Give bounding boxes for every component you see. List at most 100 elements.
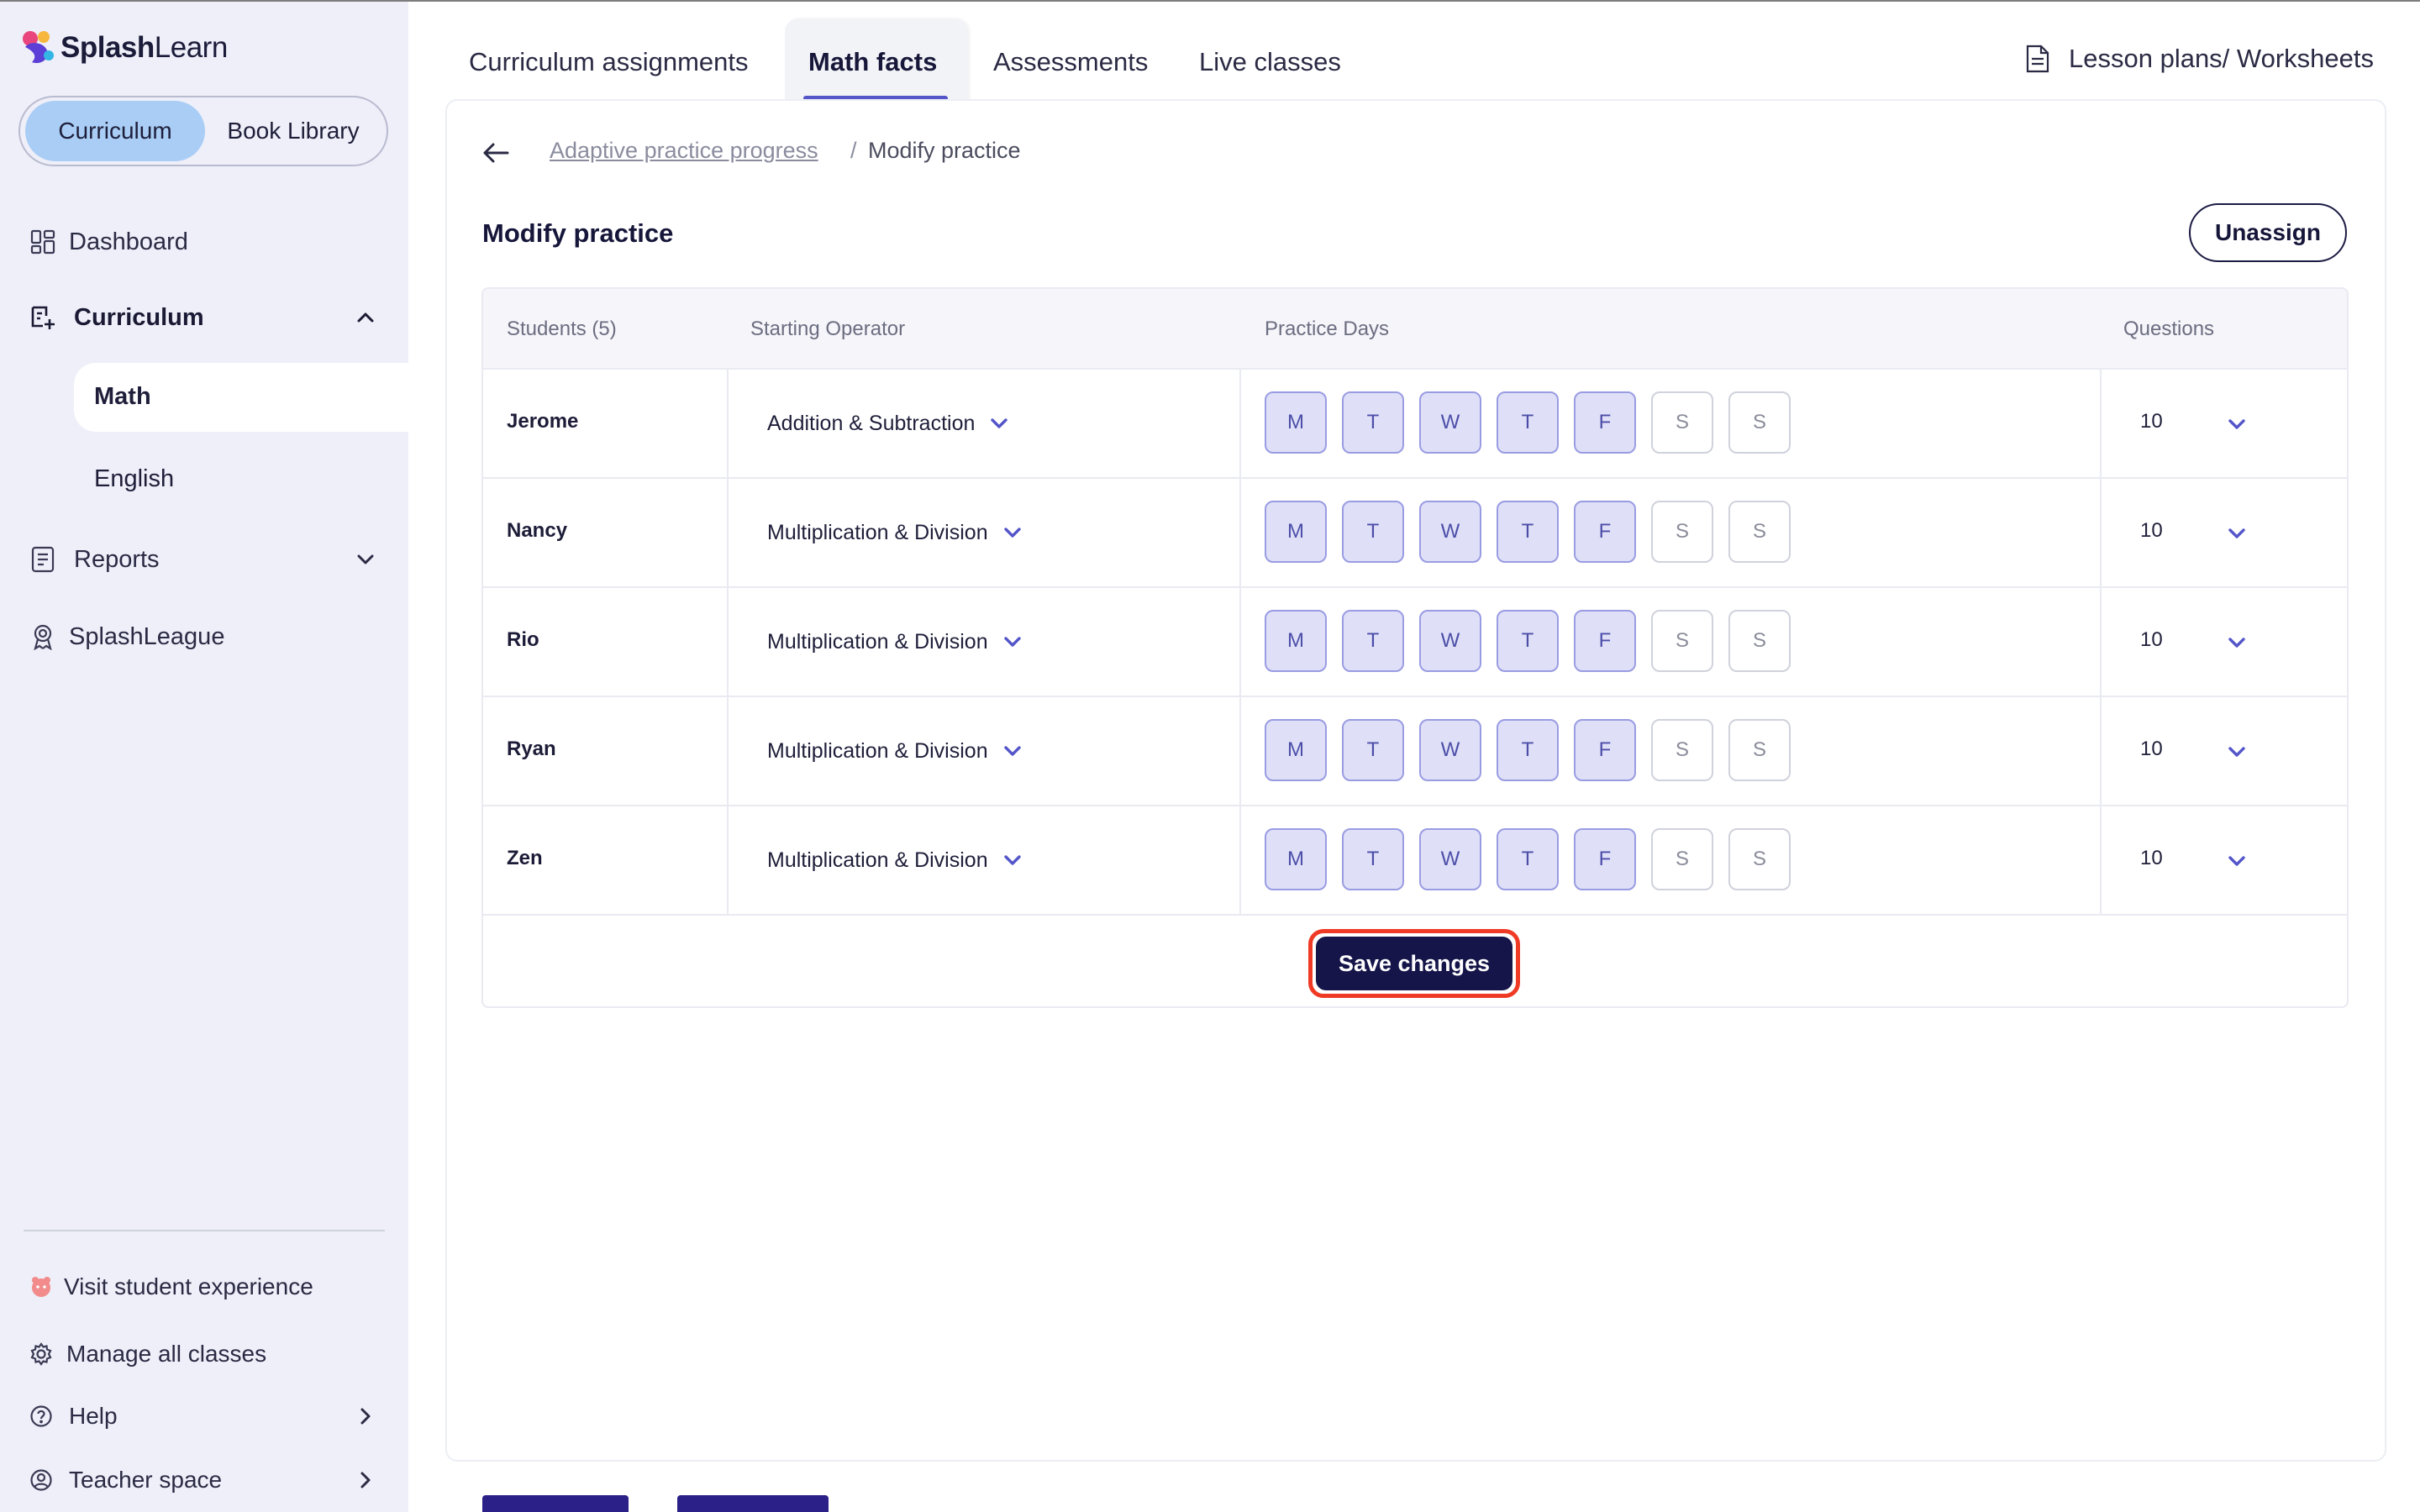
chevron-right-icon[interactable]	[351, 1402, 380, 1431]
practice-day-toggle[interactable]: T	[1342, 719, 1404, 781]
practice-day-toggle[interactable]: S	[1651, 391, 1713, 454]
practice-day-toggle[interactable]: W	[1419, 828, 1481, 890]
sidebar-item-dashboard[interactable]: Dashboard	[0, 225, 408, 259]
practice-day-toggle[interactable]: T	[1342, 828, 1404, 890]
practice-day-toggle[interactable]: W	[1419, 610, 1481, 672]
practice-day-toggle[interactable]: M	[1265, 610, 1327, 672]
starting-operator-dropdown[interactable]: Multiplication & Division	[767, 617, 1025, 667]
chevron-down-icon[interactable]	[2224, 412, 2249, 437]
practice-day-toggle[interactable]: S	[1651, 610, 1713, 672]
chevron-down-icon[interactable]	[2224, 630, 2249, 655]
practice-day-toggle[interactable]: M	[1265, 719, 1327, 781]
sidebar-item-label: Teacher space	[69, 1467, 223, 1493]
splashlearn-logo-icon	[18, 29, 57, 67]
practice-day-toggle[interactable]: S	[1728, 501, 1791, 563]
practice-day-toggle[interactable]: W	[1419, 719, 1481, 781]
sidebar-item-math[interactable]: Math	[94, 383, 151, 411]
table-row: Ryan Multiplication & Division M T W T F S S 10	[483, 696, 2347, 806]
sidebar-divider	[24, 1230, 385, 1231]
sidebar-item-curriculum[interactable]: Curriculum	[0, 301, 408, 334]
practice-day-toggle[interactable]: T	[1497, 610, 1559, 672]
starting-operator-dropdown[interactable]: Multiplication & Division	[767, 726, 1025, 776]
questions-count-dropdown[interactable]: 10	[2140, 410, 2163, 433]
sidebar-item-help[interactable]: Help	[0, 1399, 408, 1433]
document-icon	[2025, 44, 2054, 74]
student-name: Zen	[507, 847, 543, 869]
tab-math-facts[interactable]: Math facts	[808, 47, 937, 77]
practice-day-toggle[interactable]: T	[1342, 610, 1404, 672]
sidebar-item-label: Help	[69, 1403, 118, 1429]
chevron-down-icon[interactable]	[351, 545, 380, 574]
chevron-down-icon	[986, 411, 1012, 436]
practice-day-toggle[interactable]: S	[1651, 828, 1713, 890]
tab-curriculum-assignments[interactable]: Curriculum assignments	[469, 47, 749, 77]
questions-count-dropdown[interactable]: 10	[2140, 738, 2163, 761]
tab-assessments[interactable]: Assessments	[993, 47, 1148, 77]
student-name: Nancy	[507, 519, 568, 542]
tab-live-classes[interactable]: Live classes	[1199, 47, 1341, 77]
practice-day-toggle[interactable]: T	[1497, 719, 1559, 781]
practice-day-toggle[interactable]: S	[1728, 610, 1791, 672]
toggle-curriculum[interactable]: Curriculum	[25, 101, 205, 161]
sidebar-item-teacher-space[interactable]: Teacher space	[0, 1463, 408, 1497]
manage-all-classes-link[interactable]: Manage all classes	[0, 1337, 408, 1371]
logo-text-bold: Splash	[60, 31, 155, 64]
starting-operator-dropdown[interactable]: Addition & Subtraction	[767, 398, 1012, 449]
splashlearn-logo[interactable]: SplashLearn	[18, 27, 228, 69]
chevron-down-icon[interactable]	[2224, 521, 2249, 546]
chevron-down-icon	[1000, 738, 1025, 764]
questions-count-dropdown[interactable]: 10	[2140, 628, 2163, 652]
header-questions: Questions	[2123, 318, 2215, 340]
chevron-down-icon	[1000, 848, 1025, 873]
practice-day-toggle[interactable]: S	[1651, 719, 1713, 781]
sidebar-item-splashleague[interactable]: SplashLeague	[0, 620, 408, 654]
practice-day-toggle[interactable]: S	[1728, 391, 1791, 454]
practice-day-toggle[interactable]: F	[1574, 828, 1636, 890]
unassign-button[interactable]: Unassign	[2189, 203, 2347, 262]
practice-day-toggle[interactable]: S	[1651, 501, 1713, 563]
practice-day-toggle[interactable]: T	[1342, 501, 1404, 563]
practice-day-toggle[interactable]: F	[1574, 719, 1636, 781]
lesson-plans-label: Lesson plans/ Worksheets	[2069, 44, 2375, 73]
chevron-up-icon[interactable]	[351, 303, 380, 332]
chevron-down-icon[interactable]	[2224, 739, 2249, 764]
practice-day-toggle[interactable]: S	[1728, 719, 1791, 781]
lesson-plans-link[interactable]: Lesson plans/ Worksheets	[2025, 44, 2374, 74]
practice-day-toggle[interactable]: M	[1265, 828, 1327, 890]
practice-day-toggle[interactable]: W	[1419, 501, 1481, 563]
practice-day-toggle[interactable]: F	[1574, 391, 1636, 454]
save-changes-button[interactable]: Save changes	[1316, 937, 1512, 990]
starting-operator-dropdown[interactable]: Multiplication & Division	[767, 507, 1025, 558]
toggle-book-library[interactable]: Book Library	[205, 101, 381, 161]
practice-day-toggle[interactable]: W	[1419, 391, 1481, 454]
starting-operator-dropdown[interactable]: Multiplication & Division	[767, 835, 1025, 885]
starting-operator-value: Multiplication & Division	[767, 738, 988, 763]
practice-day-toggle[interactable]: T	[1497, 501, 1559, 563]
visit-student-experience-link[interactable]: Visit student experience	[0, 1270, 408, 1304]
back-arrow-icon[interactable]	[479, 136, 513, 170]
questions-count-dropdown[interactable]: 10	[2140, 519, 2163, 543]
practice-day-toggle[interactable]: M	[1265, 391, 1327, 454]
table-row: Jerome Addition & Subtraction M T W T F S S 10	[483, 368, 2347, 479]
sidebar-item-english[interactable]: English	[94, 465, 174, 493]
breadcrumb-adaptive-practice-progress[interactable]: Adaptive practice progress	[550, 138, 818, 164]
starting-operator-value: Multiplication & Division	[767, 848, 988, 872]
kidsafe-badge[interactable]	[677, 1495, 829, 1512]
sidebar-item-label: Curriculum	[74, 303, 204, 331]
chevron-right-icon[interactable]	[351, 1466, 380, 1494]
practice-day-toggle[interactable]: F	[1574, 501, 1636, 563]
practice-day-toggle[interactable]: M	[1265, 501, 1327, 563]
student-avatar-icon	[27, 1273, 55, 1301]
breadcrumb-current: Modify practice	[868, 138, 1021, 163]
questions-count-dropdown[interactable]: 10	[2140, 847, 2163, 870]
kidsafe-badge[interactable]	[482, 1495, 629, 1512]
practice-day-toggle[interactable]: T	[1497, 391, 1559, 454]
practice-day-toggle[interactable]: T	[1342, 391, 1404, 454]
practice-day-toggle[interactable]: S	[1728, 828, 1791, 890]
sidebar-item-reports[interactable]: Reports	[0, 543, 408, 576]
starting-operator-value: Addition & Subtraction	[767, 411, 976, 435]
chevron-down-icon[interactable]	[2224, 848, 2249, 874]
table-row: Rio Multiplication & Division M T W T F S S 10	[483, 586, 2347, 697]
practice-day-toggle[interactable]: T	[1497, 828, 1559, 890]
practice-day-toggle[interactable]: F	[1574, 610, 1636, 672]
